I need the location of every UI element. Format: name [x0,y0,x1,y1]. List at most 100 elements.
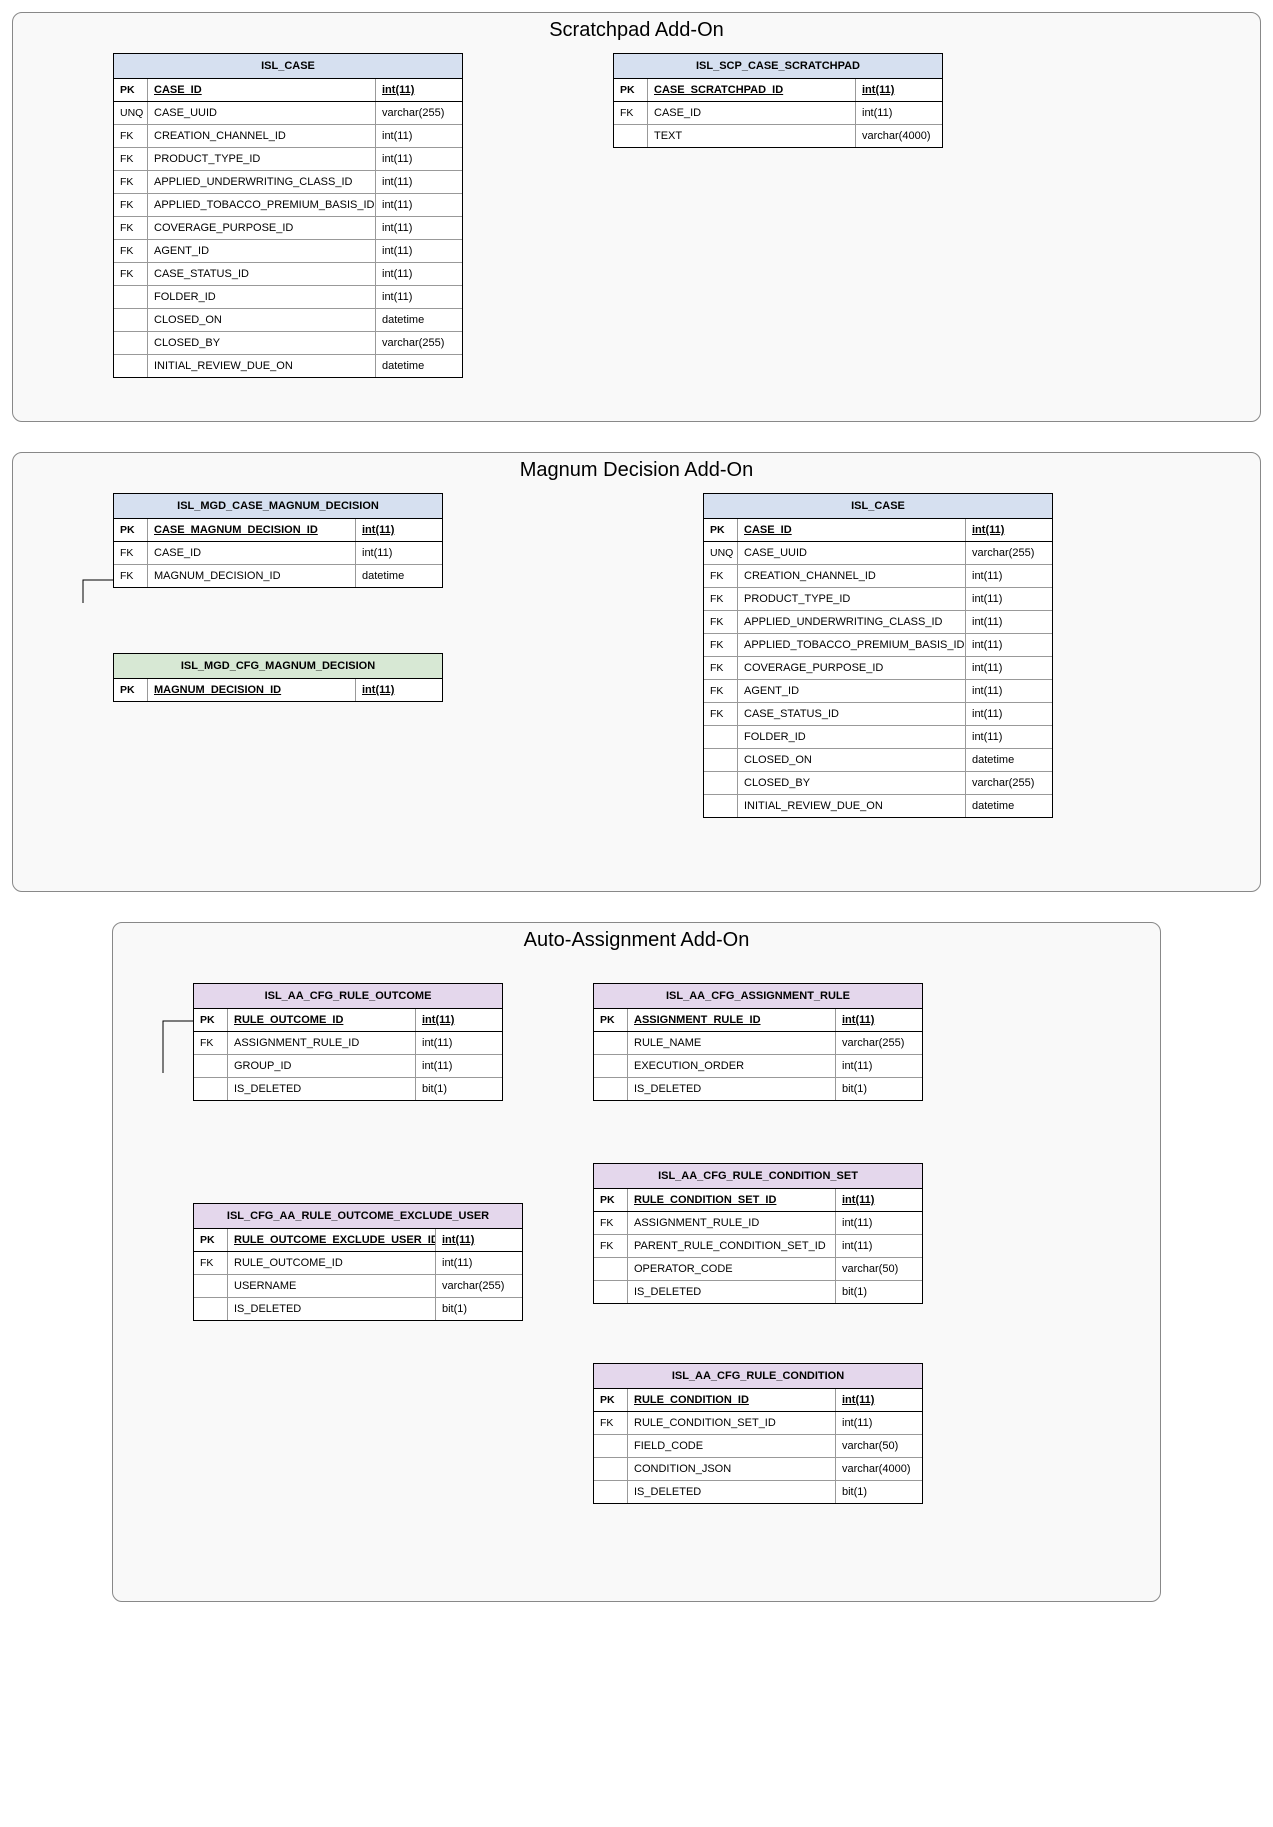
column-name: CLOSED_ON [148,309,376,331]
table-row: IS_DELETEDbit(1) [594,1481,922,1503]
key-indicator: PK [594,1189,628,1211]
key-indicator [114,355,148,377]
key-indicator [594,1281,628,1303]
column-name: RULE_NAME [628,1032,836,1054]
table-row: FKCOVERAGE_PURPOSE_IDint(11) [114,217,462,240]
table-row: FKAPPLIED_UNDERWRITING_CLASS_IDint(11) [704,611,1052,634]
column-type: int(11) [966,588,1052,610]
key-indicator [114,332,148,354]
table-row: CLOSED_ONdatetime [114,309,462,332]
table-row: PKCASE_IDint(11) [704,519,1052,542]
key-indicator [704,772,738,794]
column-name: ASSIGNMENT_RULE_ID [228,1032,416,1054]
column-type: varchar(255) [966,542,1052,564]
panel-body: ISL_CASEPKCASE_IDint(11)UNQCASE_UUIDvarc… [13,13,1260,423]
key-indicator: FK [114,171,148,193]
key-indicator: PK [594,1389,628,1411]
key-indicator [194,1078,228,1100]
table-row: PKCASE_SCRATCHPAD_IDint(11) [614,79,942,102]
auto-panel: Auto-Assignment Add-OnISL_AA_CFG_RULE_OU… [112,922,1161,1602]
key-indicator: FK [114,565,148,587]
column-type: int(11) [416,1032,502,1054]
key-indicator: FK [114,125,148,147]
column-type: int(11) [966,726,1052,748]
entity-title: ISL_CFG_AA_RULE_OUTCOME_EXCLUDE_USER [194,1204,522,1229]
key-indicator: FK [704,565,738,587]
panel-body: ISL_AA_CFG_RULE_OUTCOMEPKRULE_OUTCOME_ID… [113,923,1160,1603]
table-row: FKAPPLIED_UNDERWRITING_CLASS_IDint(11) [114,171,462,194]
key-indicator: FK [114,542,148,564]
table-row: CLOSED_BYvarchar(255) [114,332,462,355]
column-name: APPLIED_TOBACCO_PREMIUM_BASIS_ID [738,634,966,656]
table-row: FKPRODUCT_TYPE_IDint(11) [114,148,462,171]
column-name: EXECUTION_ORDER [628,1055,836,1077]
column-type: int(11) [376,79,462,101]
entity-m-case: ISL_CASEPKCASE_IDint(11)UNQCASE_UUIDvarc… [703,493,1053,818]
column-name: CASE_UUID [148,102,376,124]
column-name: CASE_STATUS_ID [738,703,966,725]
key-indicator: FK [594,1235,628,1257]
table-row: EXECUTION_ORDERint(11) [594,1055,922,1078]
column-type: datetime [356,565,442,587]
column-type: int(11) [966,703,1052,725]
column-name: ASSIGNMENT_RULE_ID [628,1009,836,1031]
column-name: CREATION_CHANNEL_ID [148,125,376,147]
column-type: int(11) [416,1055,502,1077]
column-type: datetime [966,795,1052,817]
column-type: int(11) [966,565,1052,587]
key-indicator: PK [194,1229,228,1251]
key-indicator: PK [704,519,738,541]
key-indicator [594,1078,628,1100]
column-name: PRODUCT_TYPE_ID [738,588,966,610]
key-indicator [594,1055,628,1077]
column-name: APPLIED_UNDERWRITING_CLASS_ID [738,611,966,633]
table-row: FKCOVERAGE_PURPOSE_IDint(11) [704,657,1052,680]
column-name: OPERATOR_CODE [628,1258,836,1280]
column-name: PRODUCT_TYPE_ID [148,148,376,170]
table-row: PKMAGNUM_DECISION_IDint(11) [114,679,442,701]
table-row: FKMAGNUM_DECISION_IDdatetime [114,565,442,587]
table-row: INITIAL_REVIEW_DUE_ONdatetime [704,795,1052,817]
column-name: CREATION_CHANNEL_ID [738,565,966,587]
key-indicator: PK [614,79,648,101]
column-type: int(11) [376,171,462,193]
key-indicator: FK [114,240,148,262]
column-name: RULE_CONDITION_SET_ID [628,1189,836,1211]
column-type: int(11) [376,217,462,239]
table-row: CLOSED_ONdatetime [704,749,1052,772]
column-name: RULE_CONDITION_ID [628,1389,836,1411]
table-row: OPERATOR_CODEvarchar(50) [594,1258,922,1281]
key-indicator [704,795,738,817]
key-indicator [114,286,148,308]
key-indicator: PK [114,679,148,701]
column-type: int(11) [356,519,442,541]
entity-a-outcome: ISL_AA_CFG_RULE_OUTCOMEPKRULE_OUTCOME_ID… [193,983,503,1101]
column-name: CLOSED_ON [738,749,966,771]
key-indicator [194,1275,228,1297]
table-row: IS_DELETEDbit(1) [594,1078,922,1100]
key-indicator: FK [594,1212,628,1234]
key-indicator: FK [704,703,738,725]
column-name: TEXT [648,125,856,147]
column-name: IS_DELETED [628,1481,836,1503]
column-name: USERNAME [228,1275,436,1297]
entity-m-cfg: ISL_MGD_CFG_MAGNUM_DECISIONPKMAGNUM_DECI… [113,653,443,702]
column-type: int(11) [376,125,462,147]
table-row: INITIAL_REVIEW_DUE_ONdatetime [114,355,462,377]
key-indicator: PK [114,519,148,541]
table-row: GROUP_IDint(11) [194,1055,502,1078]
column-type: varchar(4000) [856,125,942,147]
column-name: INITIAL_REVIEW_DUE_ON [148,355,376,377]
magnum-panel: Magnum Decision Add-OnISL_MGD_CASE_MAGNU… [12,452,1261,892]
table-row: PKRULE_OUTCOME_IDint(11) [194,1009,502,1032]
column-type: varchar(50) [836,1435,922,1457]
table-row: PKRULE_CONDITION_SET_IDint(11) [594,1189,922,1212]
column-name: RULE_OUTCOME_ID [228,1252,436,1274]
panel-body: ISL_MGD_CASE_MAGNUM_DECISIONPKCASE_MAGNU… [13,453,1260,893]
key-indicator: FK [704,611,738,633]
column-type: int(11) [376,240,462,262]
table-row: USERNAMEvarchar(255) [194,1275,522,1298]
entity-a-exclude: ISL_CFG_AA_RULE_OUTCOME_EXCLUDE_USERPKRU… [193,1203,523,1321]
key-indicator [704,749,738,771]
column-name: INITIAL_REVIEW_DUE_ON [738,795,966,817]
